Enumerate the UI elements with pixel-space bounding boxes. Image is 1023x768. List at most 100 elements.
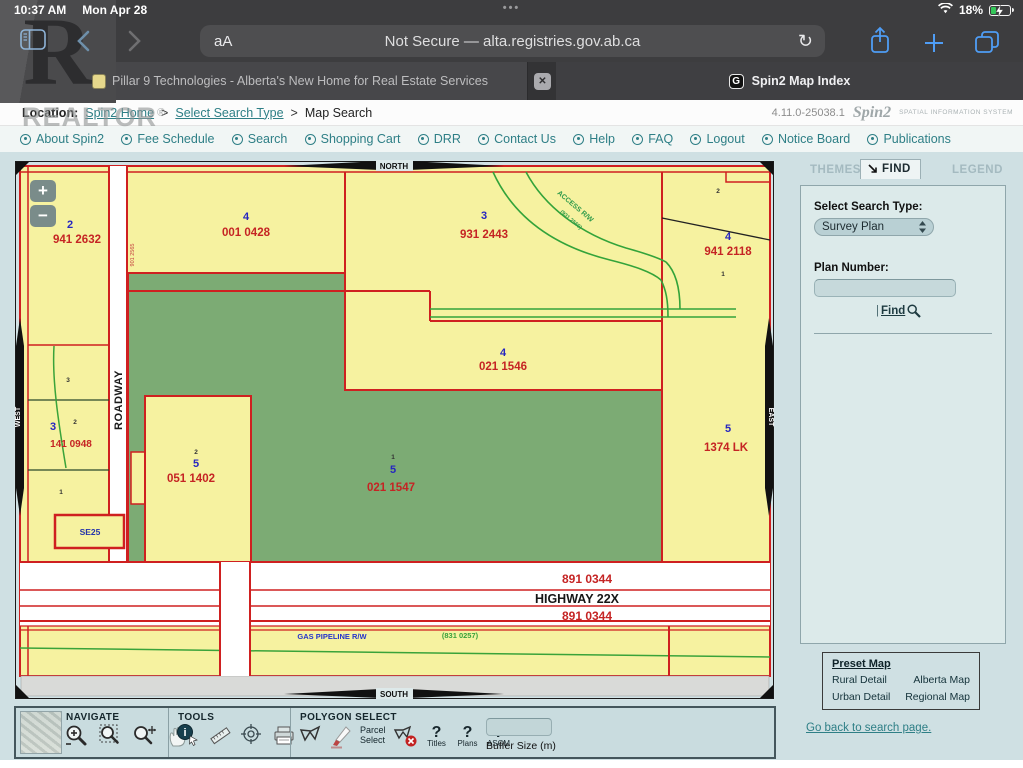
parcel-map[interactable]: NORTH SOUTH WEST EAST 2 941 2632 901 256… (14, 160, 775, 700)
page-bottom-strip (0, 760, 1023, 768)
preset-alberta-map[interactable]: Alberta Map (905, 674, 970, 686)
preset-map-box: Preset Map Rural Detail Alberta Map Urba… (822, 652, 980, 710)
status-bar: 10:37 AM Mon Apr 28 ••• 18% (0, 0, 1023, 20)
menu-item-faq[interactable]: FAQ (632, 132, 673, 146)
search-type-select[interactable]: Survey Plan (814, 218, 934, 236)
battery-icon (989, 5, 1011, 16)
pipeline-label: GAS PIPELINE R/W (297, 632, 367, 641)
breadcrumb-current: Map Search (305, 106, 372, 120)
new-tab-icon[interactable] (924, 33, 944, 58)
charging-bolt-icon (995, 5, 1004, 20)
address-bar[interactable]: aA Not Secure — alta.registries.gov.ab.c… (200, 25, 825, 57)
svg-text:i: i (183, 727, 186, 739)
identify-tool-icon[interactable]: i (176, 723, 202, 749)
plan-number-label: Plan Number: (814, 262, 992, 274)
preset-urban-detail[interactable]: Urban Detail (832, 691, 905, 703)
map-zoom-out-button[interactable]: − (30, 205, 56, 227)
highway-plan-label: 891 0344 (562, 609, 612, 623)
map-toolbar: NAVIGATE TOOLS i POLYGON SELECT Parcel S… (14, 706, 776, 759)
preset-regional-map[interactable]: Regional Map (905, 691, 970, 703)
parcel-plan-label: 021 1546 (479, 361, 527, 373)
menu-item-about[interactable]: About Spin2 (20, 132, 104, 146)
browser-chrome: 10:37 AM Mon Apr 28 ••• 18% (0, 0, 1023, 100)
preset-map-title: Preset Map (832, 658, 970, 670)
menu-item-logout[interactable]: Logout (690, 132, 744, 146)
map-viewport[interactable]: NORTH SOUTH WEST EAST 2 941 2632 901 256… (14, 160, 775, 700)
bullet-icon (762, 134, 773, 145)
back-button-icon[interactable] (76, 30, 90, 57)
polygon-draw-tool-icon[interactable] (298, 723, 324, 749)
reader-mode-button[interactable]: aA (214, 33, 232, 50)
zoom-in-tool-icon[interactable] (64, 723, 90, 749)
menu-item-shopping-cart[interactable]: Shopping Cart (305, 132, 401, 146)
measure-tool-icon[interactable] (208, 723, 234, 749)
menu-item-help[interactable]: Help (573, 132, 615, 146)
overview-map-thumbnail[interactable] (20, 711, 62, 754)
bullet-icon (20, 134, 31, 145)
spin2-logo-subtitle: SPATIAL INFORMATION SYSTEM (899, 109, 1013, 116)
highway-name-label: HIGHWAY 22X (535, 592, 620, 606)
query-plans-button[interactable]: ? Plans (455, 725, 481, 748)
pan-zoom-tool-icon[interactable] (132, 723, 158, 749)
tab-pillar9[interactable]: Pillar 9 Technologies - Alberta's New Ho… (54, 62, 528, 100)
parcel-plan-label: 021 1547 (367, 482, 415, 494)
map-north-label: NORTH (380, 162, 409, 171)
sub-lot-label: 2 (716, 188, 720, 195)
breadcrumb-link-home[interactable]: Spin2 Home (85, 106, 154, 120)
menu-item-publications[interactable]: Publications (867, 132, 950, 146)
multitask-dots-icon: ••• (0, 2, 1023, 14)
buffer-size-input[interactable] (486, 718, 552, 736)
roadway-plan-label: 901 2565 (130, 244, 136, 267)
map-zoom-in-button[interactable]: + (30, 180, 56, 202)
tab-themes[interactable]: THEMES (810, 164, 861, 176)
plan-number-input[interactable] (814, 279, 956, 297)
breadcrumb-link-search-type[interactable]: Select Search Type (175, 106, 283, 120)
page-content: NORTH SOUTH WEST EAST 2 941 2632 901 256… (0, 152, 1023, 768)
sub-lot-label: 1 (391, 454, 395, 461)
navigate-section-label: NAVIGATE (66, 712, 119, 723)
print-tool-icon[interactable] (272, 723, 298, 749)
parcel-lot-label: 2 (67, 219, 73, 231)
map-west-label: WEST (15, 406, 22, 427)
menu-item-drr[interactable]: DRR (418, 132, 461, 146)
reload-icon[interactable]: ↻ (798, 32, 813, 50)
parcel-plan-label: 931 2443 (460, 229, 508, 241)
menu-item-fee-schedule[interactable]: Fee Schedule (121, 132, 214, 146)
go-back-link[interactable]: Go back to search page. (806, 722, 931, 734)
buffer-size-label: Buffer Size (m) (486, 740, 556, 752)
menu-item-notice-board[interactable]: Notice Board (762, 132, 850, 146)
close-tab-icon[interactable]: ✕ (534, 73, 551, 90)
tab-bar: Pillar 9 Technologies - Alberta's New Ho… (0, 62, 1023, 100)
parcel-lot-label: 3 (481, 210, 487, 222)
parcel-plan-label: 941 2118 (704, 246, 752, 258)
clear-polygon-tool-icon[interactable] (393, 723, 419, 749)
tab-overview-icon[interactable] (974, 30, 1000, 59)
forward-button-icon[interactable] (128, 30, 142, 57)
sidebar-toggle-icon[interactable] (20, 29, 46, 55)
menu-item-search[interactable]: Search (232, 132, 288, 146)
pipeline-plan-label: (831 0257) (442, 631, 479, 640)
find-magnifier-icon[interactable] (907, 304, 921, 318)
tab-legend[interactable]: LEGEND (952, 164, 1003, 176)
bullet-icon (121, 134, 132, 145)
tab-find[interactable]: FIND (860, 159, 921, 179)
zoom-box-tool-icon[interactable] (98, 723, 124, 749)
share-icon[interactable] (868, 26, 892, 60)
battery-percent: 18% (959, 3, 983, 17)
menu-item-contact-us[interactable]: Contact Us (478, 132, 556, 146)
bullet-icon (690, 134, 701, 145)
center-target-tool-icon[interactable] (240, 723, 266, 749)
main-menu: About Spin2 Fee Schedule Search Shopping… (0, 126, 1023, 152)
query-titles-button[interactable]: ? Titles (424, 725, 450, 748)
sub-lot-label: 3 (66, 377, 70, 384)
wifi-icon (938, 3, 953, 17)
quarter-section-label: SE25 (80, 527, 101, 537)
tab-title: Spin2 Map Index (752, 74, 851, 88)
tab-spin2-map-index[interactable]: G Spin2 Map Index (556, 62, 1023, 100)
url-text: Not Secure — alta.registries.gov.ab.ca (200, 33, 825, 50)
preset-rural-detail[interactable]: Rural Detail (832, 674, 905, 686)
search-type-label: Select Search Type: (814, 201, 992, 213)
find-button[interactable]: Find (881, 305, 905, 317)
parcel-select-marker-icon[interactable] (329, 723, 355, 749)
breadcrumb-label: Location: (22, 106, 78, 120)
